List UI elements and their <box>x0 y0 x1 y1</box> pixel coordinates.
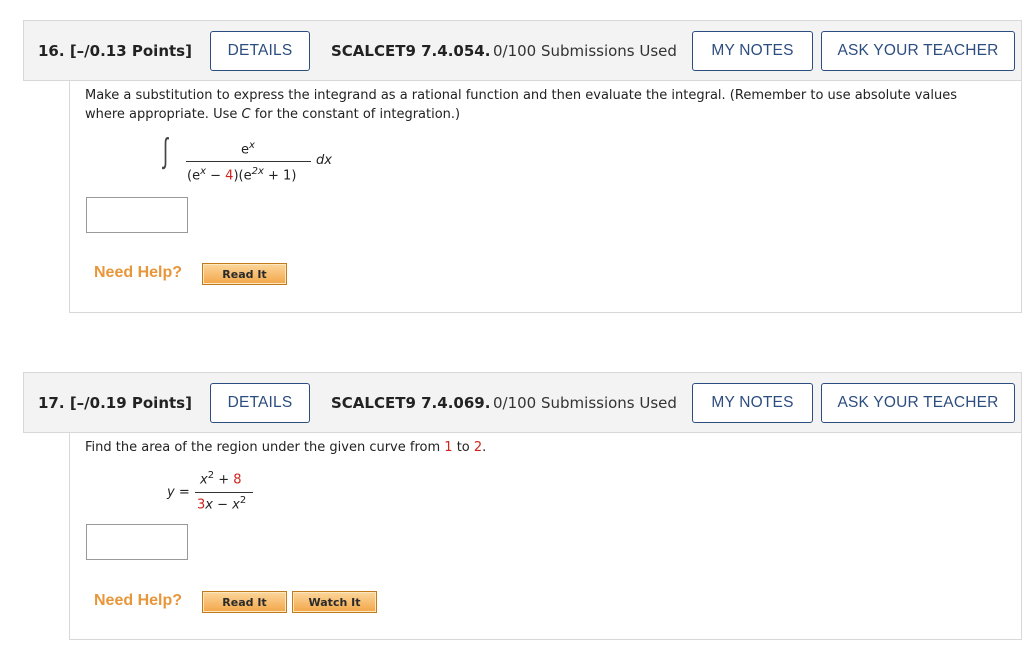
question-number: 16. <box>38 42 65 60</box>
differential: dx <box>316 153 332 168</box>
prompt-text: . <box>482 440 487 455</box>
prompt-line: Make a substitution to express the integ… <box>85 88 958 103</box>
ask-your-teacher-button[interactable]: ASK YOUR TEACHER <box>821 31 1015 71</box>
equation-lhs: y = <box>167 485 190 500</box>
prompt-line: where appropriate. Use C for the constan… <box>85 106 1005 125</box>
denominator-part: (e <box>187 168 201 184</box>
question-body: Make a substitution to express the integ… <box>69 81 1022 313</box>
watch-it-button[interactable]: Watch It <box>292 591 377 613</box>
denominator-variable: x <box>232 497 240 513</box>
need-help-label: Need Help? <box>94 264 183 281</box>
details-button[interactable]: DETAILS <box>210 383 310 423</box>
submissions-used: 0/100 Submissions Used <box>493 42 677 60</box>
question-number-points: 16. [–/0.13 Points] <box>38 42 192 60</box>
problem-code: SCALCET9 7.4.069. <box>331 394 491 412</box>
numerator-part: + <box>214 472 234 488</box>
points-label: [–/0.19 Points] <box>69 394 192 412</box>
numerator-constant: 8 <box>233 472 242 488</box>
ask-your-teacher-button[interactable]: ASK YOUR TEACHER <box>821 383 1015 423</box>
question-header: 17. [–/0.19 Points] DETAILS SCALCET9 7.4… <box>23 372 1022 433</box>
question-prompt: Make a substitution to express the integ… <box>85 87 1005 124</box>
prompt-text: where appropriate. Use <box>85 106 242 122</box>
question-body: Find the area of the region under the gi… <box>69 433 1022 640</box>
question-number-points: 17. [–/0.19 Points] <box>38 394 192 412</box>
my-notes-button[interactable]: MY NOTES <box>692 31 813 71</box>
integral-sign: ∫ <box>163 131 169 171</box>
fraction-numerator: x2 + 8 <box>200 470 242 487</box>
my-notes-button[interactable]: MY NOTES <box>692 383 813 423</box>
problem-code: SCALCET9 7.4.054. <box>331 42 491 60</box>
points-label: [–/0.13 Points] <box>69 42 192 60</box>
read-it-button[interactable]: Read It <box>202 263 287 285</box>
answer-input[interactable] <box>86 524 188 560</box>
denominator-part: )(e <box>233 168 252 184</box>
numerator-variable: x <box>200 472 208 488</box>
prompt-text: Find the area of the region under the gi… <box>85 440 445 455</box>
numerator-exponent: x <box>249 140 255 151</box>
question-header: 16. [–/0.13 Points] DETAILS SCALCET9 7.4… <box>23 20 1022 81</box>
fraction-numerator: ex <box>241 140 255 157</box>
prompt-text: for the constant of integration.) <box>250 106 461 122</box>
read-it-button[interactable]: Read It <box>202 591 287 613</box>
denominator-part: − <box>206 168 226 184</box>
fraction-bar <box>195 492 253 493</box>
denominator-part: + 1) <box>263 168 297 184</box>
denominator-exponent: 2 <box>239 495 247 506</box>
submissions-used: 0/100 Submissions Used <box>493 394 677 412</box>
lower-bound: 1 <box>444 440 453 455</box>
denominator-exponent: 2x <box>251 166 264 177</box>
constant-symbol: C <box>241 106 251 122</box>
denominator-part: − <box>212 497 233 513</box>
fraction-bar <box>186 161 311 162</box>
need-help-label: Need Help? <box>94 592 183 609</box>
question-number: 17. <box>38 394 65 412</box>
numerator-base: e <box>241 142 249 158</box>
fraction-denominator: (ex − 4)(e2x + 1) <box>187 166 296 183</box>
answer-input[interactable] <box>86 197 188 233</box>
details-button[interactable]: DETAILS <box>210 31 310 71</box>
upper-bound: 2 <box>473 440 483 455</box>
denominator-variable: x <box>205 497 213 513</box>
prompt-text: to <box>452 440 474 455</box>
question-prompt: Find the area of the region under the gi… <box>85 439 486 458</box>
fraction-denominator: 3x − x2 <box>197 495 246 512</box>
